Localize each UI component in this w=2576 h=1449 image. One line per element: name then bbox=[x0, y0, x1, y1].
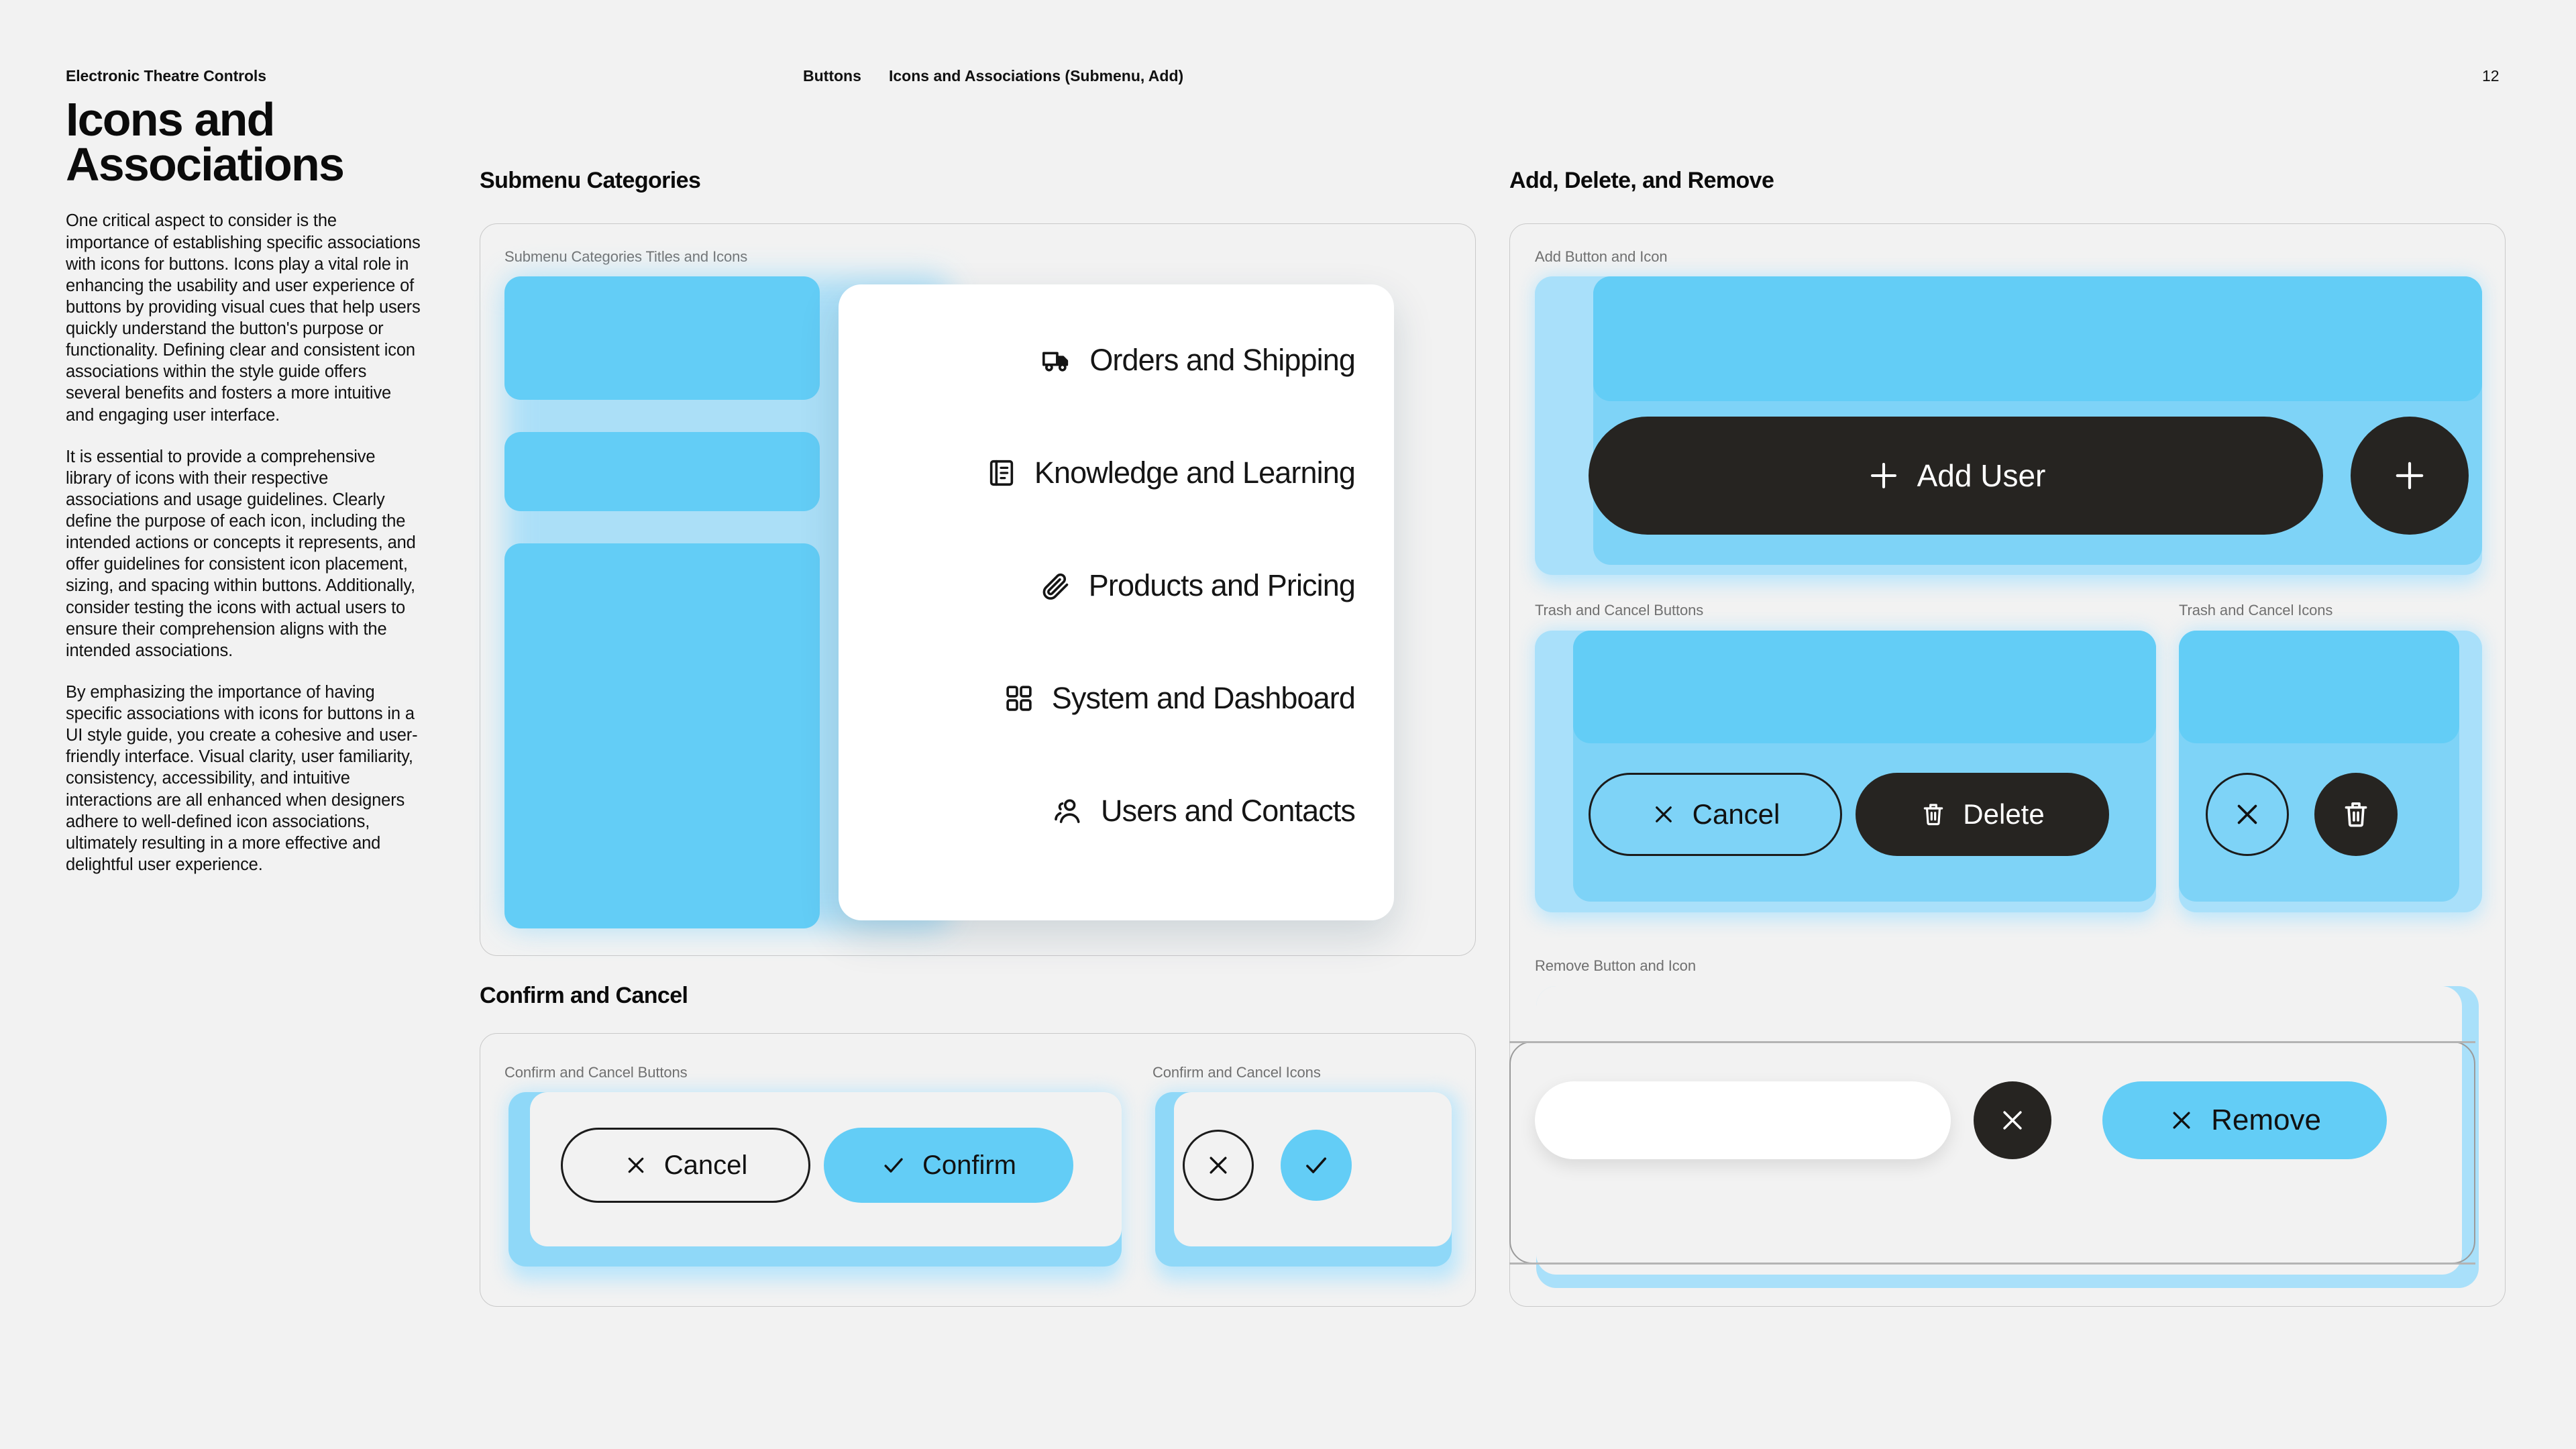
delete-button[interactable]: Delete bbox=[1856, 773, 2109, 856]
submenu-list: Orders and Shipping Knowledge and Learni… bbox=[899, 335, 1356, 836]
add-section-heading: Add, Delete, and Remove bbox=[1509, 168, 1774, 193]
trash-icons-top-bar bbox=[2179, 631, 2459, 743]
page-number: 12 bbox=[2482, 67, 2500, 85]
confirm-icon-button[interactable] bbox=[1281, 1130, 1352, 1201]
page-title: Icons and Associations bbox=[66, 93, 345, 191]
close-x-icon bbox=[2232, 799, 2263, 830]
intro-paragraph-2: It is essential to provide a comprehensi… bbox=[66, 447, 416, 660]
intro-column: Icons and Associations One critical aspe… bbox=[66, 93, 428, 896]
delete-icon-button[interactable] bbox=[2314, 773, 2398, 856]
trash-icons-caption: Trash and Cancel Icons bbox=[2179, 602, 2333, 619]
menu-item-label: System and Dashboard bbox=[1051, 681, 1356, 715]
close-x-icon bbox=[624, 1153, 648, 1177]
close-x-icon bbox=[1205, 1152, 1232, 1179]
remove-input-field[interactable] bbox=[1535, 1081, 1951, 1159]
delete-button-label: Delete bbox=[1963, 798, 2045, 830]
menu-item-orders-and-shipping[interactable]: Orders and Shipping bbox=[899, 335, 1356, 385]
remove-icon-button[interactable] bbox=[1974, 1081, 2051, 1159]
trash-icon bbox=[2341, 799, 2371, 830]
trash-buttons-caption: Trash and Cancel Buttons bbox=[1535, 602, 1704, 619]
menu-item-label: Products and Pricing bbox=[1088, 568, 1356, 602]
menu-item-products-and-pricing[interactable]: Products and Pricing bbox=[899, 561, 1356, 610]
trash-buttons-top-bar bbox=[1573, 631, 2156, 743]
submenu-section-heading: Submenu Categories bbox=[480, 168, 701, 193]
paperclip-icon bbox=[1040, 570, 1071, 601]
add-icon-button[interactable] bbox=[2351, 417, 2469, 535]
breadcrumb-section: Buttons bbox=[803, 67, 861, 85]
plus-icon bbox=[1866, 458, 1901, 493]
add-tile-top-bar bbox=[1593, 276, 2482, 401]
style-guide-page: Electronic Theatre Controls Buttons Icon… bbox=[0, 0, 2576, 1449]
page-header: Electronic Theatre Controls Buttons Icon… bbox=[0, 67, 2576, 87]
add-user-button[interactable]: Add User bbox=[1589, 417, 2323, 535]
remove-button[interactable]: Remove bbox=[2102, 1081, 2387, 1159]
truck-icon bbox=[1041, 345, 1072, 376]
cancel-button-trash[interactable]: Cancel bbox=[1589, 773, 1842, 856]
breadcrumb-page: Icons and Associations (Submenu, Add) bbox=[889, 67, 1184, 85]
divider-top bbox=[1509, 1041, 2475, 1043]
grid-icon bbox=[1004, 683, 1034, 714]
intro-paragraph-3: By emphasizing the importance of having … bbox=[66, 682, 418, 874]
cancel-icon-button-trash[interactable] bbox=[2206, 773, 2289, 856]
cancel-button[interactable]: Cancel bbox=[561, 1128, 810, 1203]
remove-caption: Remove Button and Icon bbox=[1535, 957, 1696, 974]
remove-button-label: Remove bbox=[2211, 1104, 2321, 1136]
menu-item-label: Users and Contacts bbox=[1101, 794, 1356, 828]
plus-icon bbox=[2391, 457, 2428, 494]
blue-bar-2 bbox=[504, 432, 820, 511]
book-list-icon bbox=[986, 458, 1017, 488]
cancel-button-label: Cancel bbox=[1692, 798, 1780, 830]
add-user-button-label: Add User bbox=[1917, 458, 2046, 493]
blue-bar-1 bbox=[504, 276, 820, 400]
blue-bar-3 bbox=[504, 543, 820, 928]
confirm-button-label: Confirm bbox=[922, 1150, 1017, 1180]
menu-item-label: Knowledge and Learning bbox=[1034, 455, 1356, 490]
close-x-icon bbox=[1998, 1106, 2027, 1135]
close-x-icon bbox=[2168, 1107, 2195, 1134]
cancel-button-label: Cancel bbox=[663, 1150, 748, 1180]
confirm-icons-caption: Confirm and Cancel Icons bbox=[1152, 1064, 1321, 1081]
brand-label: Electronic Theatre Controls bbox=[66, 67, 266, 85]
confirm-section-heading: Confirm and Cancel bbox=[480, 983, 688, 1008]
add-caption: Add Button and Icon bbox=[1535, 248, 1668, 265]
cancel-icon-button[interactable] bbox=[1183, 1130, 1254, 1201]
menu-item-knowledge-and-learning[interactable]: Knowledge and Learning bbox=[899, 448, 1356, 498]
menu-item-users-and-contacts[interactable]: Users and Contacts bbox=[899, 786, 1356, 836]
intro-paragraph-1: One critical aspect to consider is the i… bbox=[66, 211, 421, 425]
submenu-blue-bars bbox=[504, 276, 820, 928]
close-x-icon bbox=[1651, 802, 1676, 827]
trash-icon bbox=[1920, 801, 1947, 828]
confirm-buttons-caption: Confirm and Cancel Buttons bbox=[504, 1064, 688, 1081]
check-icon bbox=[1302, 1151, 1330, 1179]
menu-item-label: Orders and Shipping bbox=[1089, 343, 1356, 377]
users-icon bbox=[1053, 796, 1083, 826]
divider-bottom bbox=[1509, 1263, 2475, 1265]
submenu-caption: Submenu Categories Titles and Icons bbox=[504, 248, 748, 265]
menu-item-system-and-dashboard[interactable]: System and Dashboard bbox=[899, 674, 1356, 723]
check-icon bbox=[881, 1152, 906, 1178]
confirm-button[interactable]: Confirm bbox=[824, 1128, 1073, 1203]
